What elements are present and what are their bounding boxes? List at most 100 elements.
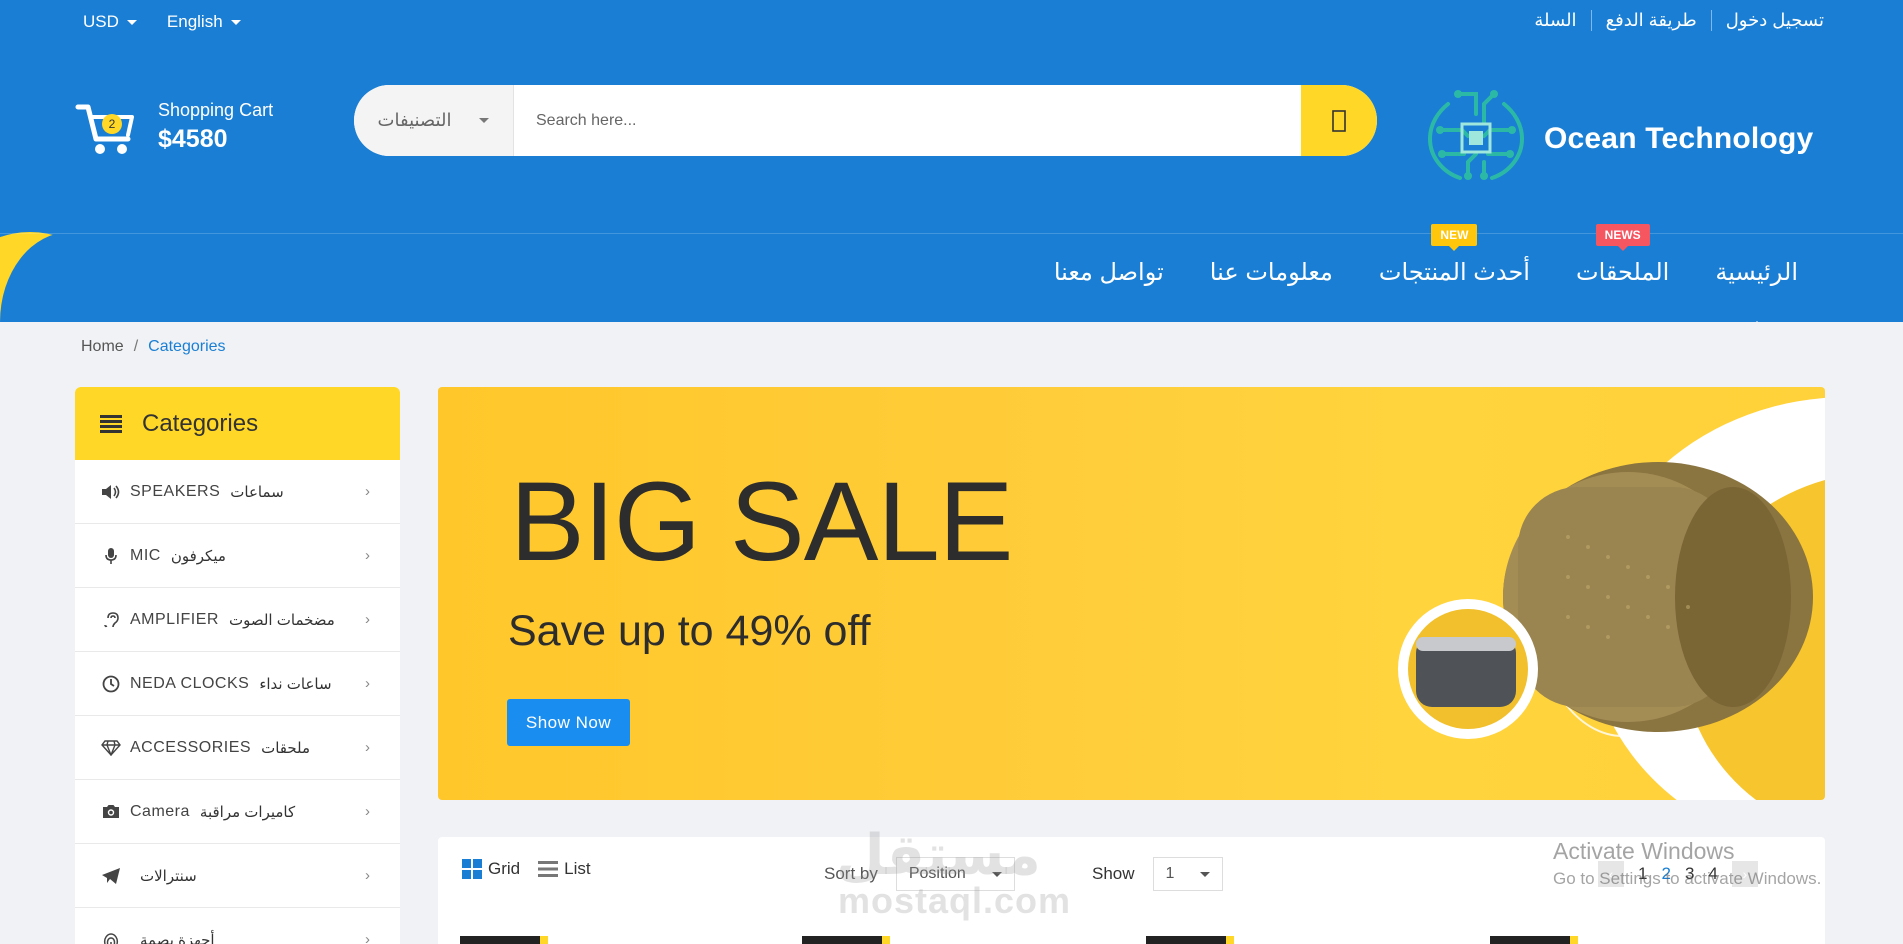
show-now-button[interactable]: Show Now <box>507 699 630 746</box>
show-control: Show 1 <box>1092 857 1224 891</box>
category-ar: كاميرات مراقبة <box>199 803 296 821</box>
categories-title: Categories <box>142 409 259 437</box>
banner-subtitle: Save up to 49% off <box>508 607 871 655</box>
category-ar: ملحقات <box>261 739 311 757</box>
nav-home[interactable]: الرئيسية <box>1715 258 1798 322</box>
category-select[interactable]: التصنيفات <box>354 85 514 156</box>
nav-label: الرئيسية <box>1715 259 1798 286</box>
speaker-icon <box>100 484 122 500</box>
site-header: USD English تسجيل دخول طريقة الدفع السلة… <box>0 0 1903 322</box>
activate-subtitle: Go to Settings to activate Windows. <box>1553 869 1822 888</box>
category-en: MIC <box>130 546 161 564</box>
news-badge: NEWS <box>1595 224 1650 251</box>
cart-total: $4580 <box>158 125 228 153</box>
search-bar: التصنيفات <box>354 85 1377 156</box>
diamond-icon <box>100 739 122 756</box>
list-view-button[interactable]: List <box>538 859 591 879</box>
activate-title: Activate Windows <box>1553 838 1735 864</box>
circuit-brain-logo-icon <box>1427 90 1525 180</box>
chevron-down-icon <box>230 19 241 25</box>
category-ar: مضخمات الصوت <box>228 611 335 629</box>
nav-contact-us[interactable]: تواصل معنا <box>1054 258 1164 287</box>
product-thumbnail[interactable] <box>802 936 890 944</box>
breadcrumb-separator: / <box>133 338 139 355</box>
category-item-fingerprint-devices[interactable]: أجهزة بصمة › <box>75 908 400 944</box>
fingerprint-icon <box>100 931 122 944</box>
active-indicator <box>1749 321 1764 322</box>
nav-latest-products[interactable]: NEW أحدث المنتجات <box>1378 224 1530 287</box>
category-select-value: التصنيفات <box>377 110 452 130</box>
speaker-product-image <box>1398 462 1813 739</box>
shopping-cart[interactable]: 2 Shopping Cart $4580 <box>74 95 273 159</box>
category-ar: أجهزة بصمة <box>140 931 215 944</box>
breadcrumb-home[interactable]: Home <box>81 338 124 355</box>
chevron-right-icon: › <box>365 611 370 628</box>
watermark-site: mostaql.com <box>838 880 1072 921</box>
chevron-down-icon <box>479 118 490 123</box>
site-logo[interactable]: Ocean Technology <box>1418 84 1813 194</box>
chevron-right-icon: › <box>365 739 370 756</box>
activate-windows-notice: Activate Windows Go to Settings to activ… <box>1553 838 1821 889</box>
chevron-right-icon: › <box>365 483 370 500</box>
grid-view-button[interactable]: Grid <box>462 859 520 879</box>
chevron-right-icon: › <box>365 931 370 944</box>
category-item-speakers[interactable]: SPEAKERS سماعات › <box>75 460 400 524</box>
top-bar: USD English تسجيل دخول طريقة الدفع السلة <box>0 0 1903 44</box>
category-ar: سنترالات <box>140 867 197 885</box>
mic-icon <box>100 547 122 565</box>
list-label: List <box>564 859 591 878</box>
cart-icon: 2 <box>74 95 138 159</box>
banner-title: BIG SALE <box>510 459 1013 584</box>
menu-icon <box>100 414 122 433</box>
language-value: English <box>166 12 223 31</box>
currency-dropdown[interactable]: USD <box>83 12 137 32</box>
search-input[interactable] <box>514 85 1301 156</box>
chevron-right-icon: › <box>365 803 370 820</box>
cart-count-badge: 2 <box>102 114 122 134</box>
payment-method-link[interactable]: طريقة الدفع <box>1590 10 1711 31</box>
grid-icon <box>462 859 482 879</box>
top-bar-left: USD English <box>83 12 241 32</box>
category-en: SPEAKERS <box>130 482 221 500</box>
product-thumbnail[interactable] <box>1490 936 1578 944</box>
hearing-icon <box>100 611 122 629</box>
breadcrumb-current[interactable]: Categories <box>148 338 225 355</box>
category-en: Camera <box>130 802 190 820</box>
watermark-arabic: مستقل <box>836 823 1041 886</box>
product-thumbnails-row <box>460 936 1800 944</box>
chevron-right-icon: › <box>365 675 370 692</box>
cart-label: Shopping Cart <box>158 100 274 120</box>
nav-accessories[interactable]: NEWS الملحقات <box>1576 224 1669 287</box>
category-item-amplifier[interactable]: AMPLIFIER مضخمات الصوت › <box>75 588 400 652</box>
top-bar-links: تسجيل دخول طريقة الدفع السلة <box>1520 10 1824 31</box>
categories-header: Categories <box>75 387 400 460</box>
category-item-mic[interactable]: MIC ميكرفون › <box>75 524 400 588</box>
category-item-camera[interactable]: Camera كاميرات مراقبة › <box>75 780 400 844</box>
search-button[interactable] <box>1301 85 1377 156</box>
main-nav: الرئيسية NEWS الملحقات NEW أحدث المنتجات… <box>1054 224 1798 322</box>
cart-link[interactable]: السلة <box>1520 10 1590 31</box>
product-thumbnail[interactable] <box>1146 936 1234 944</box>
category-ar: سماعات <box>230 483 284 501</box>
nav-label: تواصل معنا <box>1053 259 1164 286</box>
nav-label: أحدث المنتجات <box>1378 259 1530 286</box>
nav-about-us[interactable]: معلومات عنا <box>1210 258 1333 287</box>
show-value: 1 <box>1165 865 1175 882</box>
promo-banner: BIG SALE Save up to 49% off Show Now <box>438 387 1825 800</box>
search-icon <box>1332 109 1346 132</box>
category-item-switchboards[interactable]: سنترالات › <box>75 844 400 908</box>
currency-value: USD <box>83 12 119 31</box>
chevron-down-icon <box>1200 871 1211 877</box>
new-badge: NEW <box>1431 224 1478 251</box>
category-item-accessories[interactable]: ACCESSORIES ملحقات › <box>75 716 400 780</box>
category-en: ACCESSORIES <box>130 738 252 756</box>
show-select[interactable]: 1 <box>1152 857 1224 891</box>
product-thumbnail[interactable] <box>460 936 548 944</box>
view-toggle: Grid List <box>462 859 591 879</box>
category-ar: ميكرفون <box>170 547 226 565</box>
login-link[interactable]: تسجيل دخول <box>1710 10 1824 31</box>
language-dropdown[interactable]: English <box>167 12 241 32</box>
logo-text: Ocean Technology <box>1544 122 1814 155</box>
show-label: Show <box>1092 864 1135 883</box>
category-item-neda-clocks[interactable]: NEDA CLOCKS ساعات نداء › <box>75 652 400 716</box>
